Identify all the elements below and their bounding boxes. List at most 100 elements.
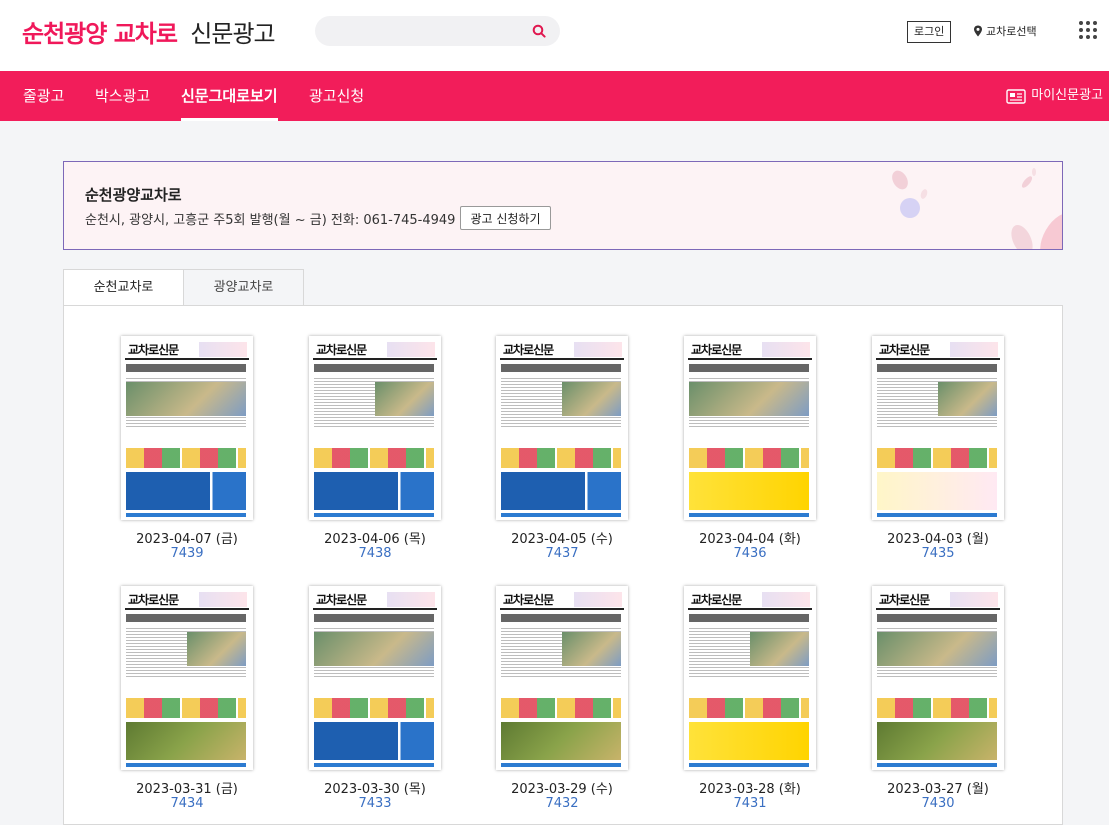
newspaper-title: 순천광양교차로: [85, 186, 182, 204]
main-nav: 줄광고 박스광고 신문그대로보기 광고신청 마이신문광고: [0, 71, 1109, 121]
page-footer-bar: [314, 513, 434, 517]
masthead-title: 교차로신문: [691, 593, 742, 607]
nav-item-box-ads[interactable]: 박스광고: [95, 71, 150, 121]
newspaper-issue-number[interactable]: 7436: [649, 546, 819, 561]
logo-part-service: 신문광고: [190, 20, 275, 48]
front-photo: [750, 632, 809, 666]
masthead: 교차로신문: [876, 590, 1000, 610]
masthead-ad: [762, 592, 810, 607]
masthead-ad: [762, 342, 810, 357]
bottom-advertisement: [501, 472, 621, 510]
newspaper-thumbnail[interactable]: 교차로신문: [121, 336, 253, 520]
classified-ads-strip: [314, 698, 434, 718]
front-photo: [877, 632, 997, 666]
newspaper-issue-number[interactable]: 7438: [274, 546, 444, 561]
page-footer-bar: [126, 763, 246, 767]
classified-ads-strip: [877, 448, 997, 468]
bottom-advertisement: [501, 722, 621, 760]
search-icon[interactable]: [532, 24, 546, 38]
region-label: 교차로선택: [986, 25, 1037, 38]
newspaper-issue-number[interactable]: 7439: [86, 546, 256, 561]
masthead-ad: [387, 592, 435, 607]
newspaper-date: 2023-04-07 (금): [136, 532, 238, 547]
region-selector[interactable]: 교차로선택: [973, 23, 1037, 39]
login-button[interactable]: 로그인: [907, 21, 952, 43]
newspaper-date: 2023-04-03 (월): [887, 532, 989, 547]
masthead-title: 교차로신문: [879, 593, 930, 607]
newspaper-thumbnail[interactable]: 교차로신문: [309, 586, 441, 770]
front-photo: [314, 632, 434, 666]
newspaper-thumbnail[interactable]: 교차로신문: [684, 336, 816, 520]
masthead-title: 교차로신문: [316, 593, 367, 607]
bottom-advertisement: [877, 722, 997, 760]
tab-suncheon[interactable]: 순천교차로: [63, 269, 184, 306]
masthead-title: 교차로신문: [503, 343, 554, 357]
newspaper-icon: [1006, 88, 1026, 104]
newspaper-description-row: 순천시, 광양시, 고흥군 주5회 발행(월 ~ 금) 전화: 061-745-…: [85, 206, 551, 230]
top-header: 순천광양 교차로 신문광고 로그인 교차로선택: [0, 0, 1109, 71]
front-photo: [187, 632, 246, 666]
newspaper-thumbnail[interactable]: 교차로신문: [121, 586, 253, 770]
newspaper-issue-number[interactable]: 7432: [461, 796, 631, 811]
newspaper-issue-number[interactable]: 7437: [461, 546, 631, 561]
newspaper-thumbnail[interactable]: 교차로신문: [496, 336, 628, 520]
apply-ad-button[interactable]: 광고 신청하기: [460, 206, 551, 230]
tab-gwangyang[interactable]: 광양교차로: [183, 269, 304, 306]
masthead-title: 교차로신문: [503, 593, 554, 607]
masthead: 교차로신문: [125, 340, 249, 360]
newspaper-issue-number[interactable]: 7430: [837, 796, 1007, 811]
classified-ads-strip: [689, 698, 809, 718]
apps-grid-icon[interactable]: [1079, 21, 1097, 39]
page-footer-bar: [877, 763, 997, 767]
my-ads-link[interactable]: 마이신문광고: [1006, 71, 1103, 121]
page-footer-bar: [689, 763, 809, 767]
page-footer-bar: [877, 513, 997, 517]
newspaper-thumbnail[interactable]: 교차로신문: [496, 586, 628, 770]
newspaper-date: 2023-04-06 (목): [324, 532, 426, 547]
newspaper-date: 2023-03-30 (목): [324, 782, 426, 797]
front-headline: [314, 614, 434, 622]
bottom-advertisement: [314, 472, 434, 510]
classified-ads-strip: [501, 448, 621, 468]
site-logo[interactable]: 순천광양 교차로 신문광고: [22, 14, 276, 49]
newspaper-issue-number[interactable]: 7435: [837, 546, 1007, 561]
masthead-ad: [199, 342, 247, 357]
petal-decoration-icon: [892, 168, 1062, 249]
masthead-ad: [387, 342, 435, 357]
page-footer-bar: [689, 513, 809, 517]
masthead: 교차로신문: [876, 340, 1000, 360]
bottom-advertisement: [689, 722, 809, 760]
newspaper-thumbnail[interactable]: 교차로신문: [872, 586, 1004, 770]
front-photo: [689, 382, 809, 416]
newspaper-issue-number[interactable]: 7433: [274, 796, 444, 811]
page-footer-bar: [126, 513, 246, 517]
masthead: 교차로신문: [125, 590, 249, 610]
nav-item-line-ads[interactable]: 줄광고: [23, 71, 64, 121]
newspaper-thumbnail[interactable]: 교차로신문: [872, 336, 1004, 520]
search-box: [315, 16, 560, 46]
bottom-advertisement: [314, 722, 434, 760]
front-headline: [877, 364, 997, 372]
page-footer-bar: [501, 763, 621, 767]
newspaper-thumbnail[interactable]: 교차로신문: [309, 336, 441, 520]
newspaper-date: 2023-04-04 (화): [699, 532, 801, 547]
front-headline: [126, 614, 246, 622]
masthead: 교차로신문: [313, 590, 437, 610]
newspaper-description: 순천시, 광양시, 고흥군 주5회 발행(월 ~ 금) 전화: 061-745-…: [85, 212, 456, 228]
front-headline: [689, 614, 809, 622]
newspaper-issue-number[interactable]: 7431: [649, 796, 819, 811]
classified-ads-strip: [126, 698, 246, 718]
newspaper-issue-number[interactable]: 7434: [86, 796, 256, 811]
newspaper-info-box: 순천광양교차로 순천시, 광양시, 고흥군 주5회 발행(월 ~ 금) 전화: …: [63, 161, 1063, 250]
bottom-advertisement: [877, 472, 997, 510]
masthead: 교차로신문: [688, 340, 812, 360]
page-footer-bar: [314, 763, 434, 767]
front-photo: [562, 632, 621, 666]
bottom-advertisement: [126, 472, 246, 510]
search-input[interactable]: [329, 21, 529, 41]
masthead-title: 교차로신문: [691, 343, 742, 357]
newspaper-date: 2023-03-31 (금): [136, 782, 238, 797]
newspaper-thumbnail[interactable]: 교차로신문: [684, 586, 816, 770]
nav-item-ad-request[interactable]: 광고신청: [309, 71, 364, 121]
nav-item-newspaper-view[interactable]: 신문그대로보기: [181, 71, 278, 121]
